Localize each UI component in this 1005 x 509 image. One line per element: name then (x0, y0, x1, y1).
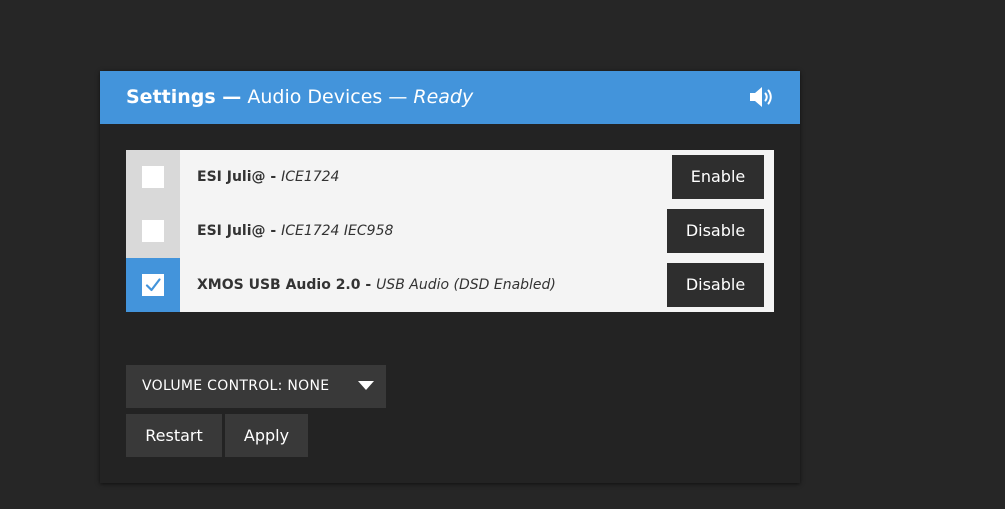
audio-settings-panel: Settings — Audio Devices — Ready ESI Jul… (100, 71, 800, 483)
volume-control-label: VOLUME CONTROL: NONE (142, 378, 330, 394)
device-check-cell (126, 204, 180, 258)
disable-button[interactable]: Disable (667, 209, 764, 253)
device-separator: - (265, 223, 282, 239)
speaker-icon[interactable] (748, 84, 776, 110)
volume-control-dropdown[interactable]: VOLUME CONTROL: NONE (126, 365, 386, 408)
device-row: ESI Juli@ - ICE1724 IEC958 Disable (126, 204, 774, 258)
device-description: ICE1724 (281, 169, 340, 185)
device-separator: - (360, 277, 377, 293)
disable-button[interactable]: Disable (667, 263, 764, 307)
dropdown-arrow-icon (358, 381, 374, 390)
device-name: ESI Juli@ (197, 169, 266, 185)
restart-button[interactable]: Restart (126, 414, 222, 457)
device-checkbox-checked[interactable] (142, 274, 164, 296)
device-list: ESI Juli@ - ICE1724 Enable ESI Juli@ - I… (126, 150, 774, 312)
device-checkbox[interactable] (142, 166, 164, 188)
device-check-cell (126, 258, 180, 312)
device-description: USB Audio (DSD Enabled) (376, 277, 556, 293)
device-separator: - (265, 169, 282, 185)
device-row: XMOS USB Audio 2.0 - USB Audio (DSD Enab… (126, 258, 774, 312)
title-settings: Settings — (126, 86, 242, 108)
enable-button[interactable]: Enable (672, 155, 764, 199)
device-check-cell (126, 150, 180, 204)
checkmark-icon (145, 278, 161, 292)
device-label: ESI Juli@ - ICE1724 IEC958 (197, 222, 393, 240)
device-name: XMOS USB Audio 2.0 (197, 277, 361, 293)
device-name: ESI Juli@ (197, 223, 266, 239)
device-row: ESI Juli@ - ICE1724 Enable (126, 150, 774, 204)
status-text: Ready (413, 86, 474, 108)
apply-button[interactable]: Apply (225, 414, 308, 457)
device-description: ICE1724 IEC958 (281, 223, 394, 239)
panel-header: Settings — Audio Devices — Ready (100, 71, 800, 124)
page-title: Settings — Audio Devices — Ready (126, 85, 473, 109)
device-checkbox[interactable] (142, 220, 164, 242)
device-label: XMOS USB Audio 2.0 - USB Audio (DSD Enab… (197, 276, 556, 294)
title-audio-devices: Audio Devices — (247, 86, 408, 108)
device-label: ESI Juli@ - ICE1724 (197, 168, 339, 186)
